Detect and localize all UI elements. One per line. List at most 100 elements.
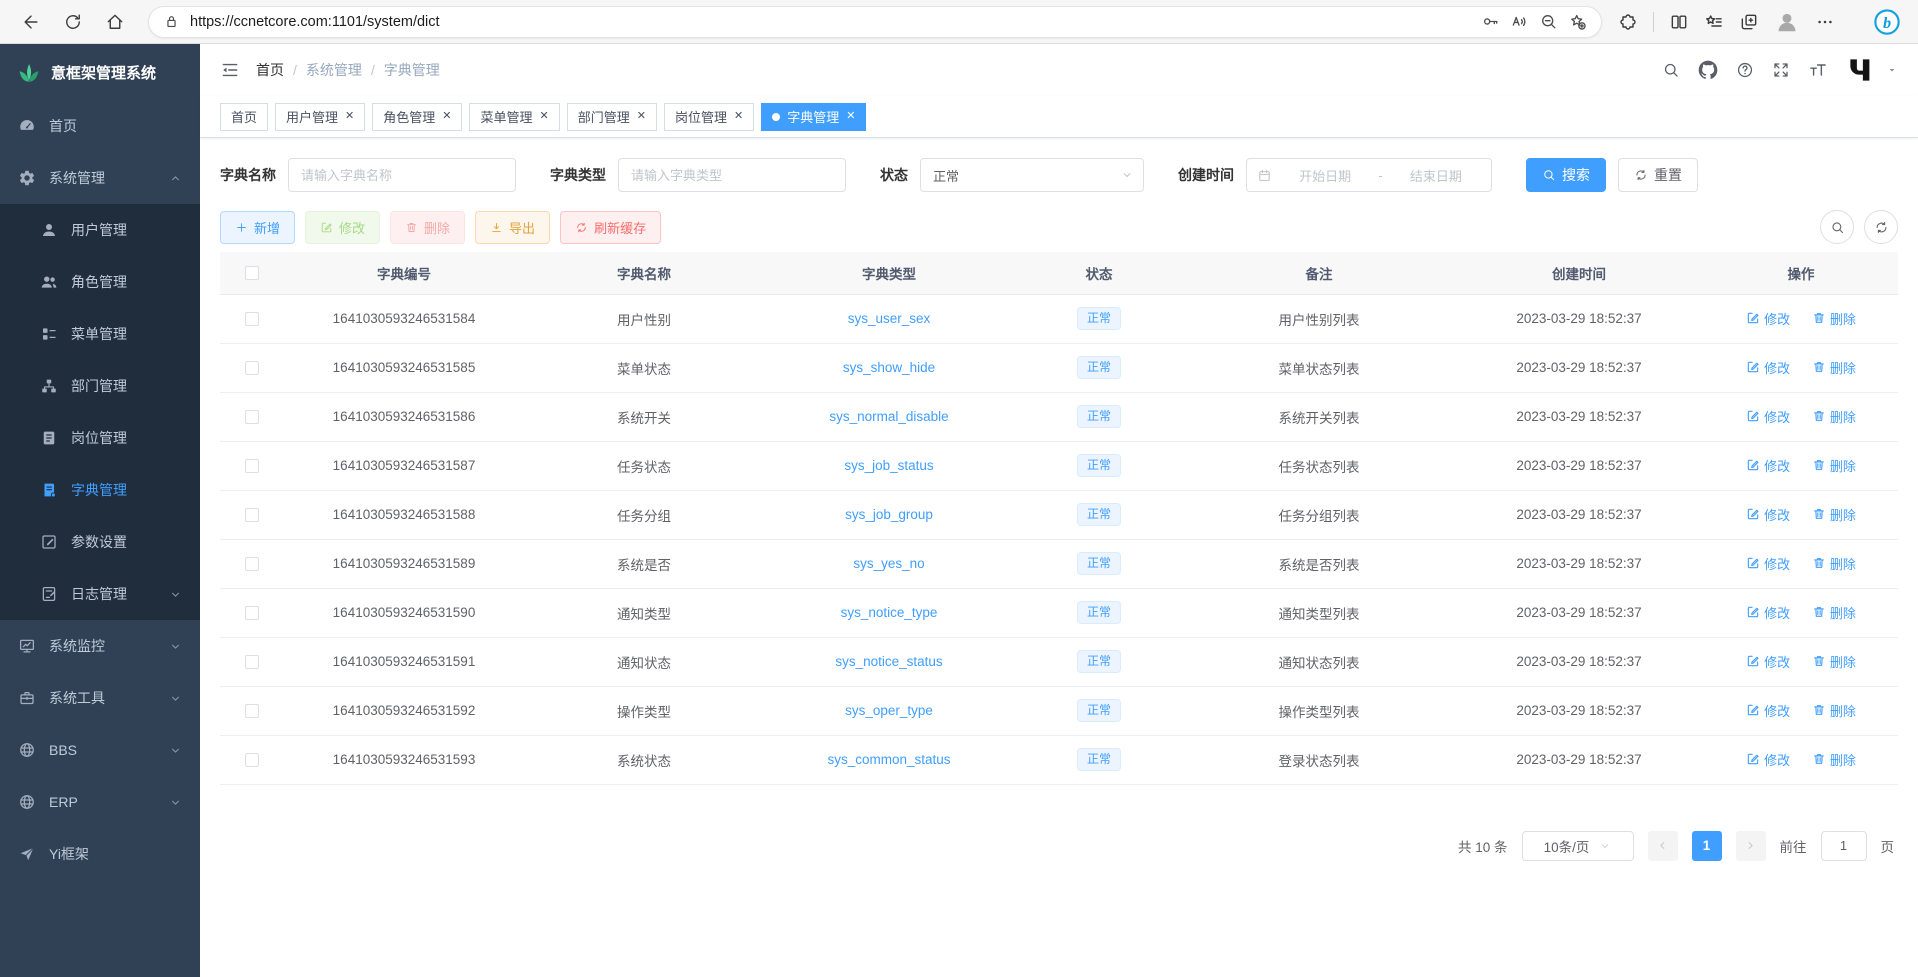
favorites-bar-icon[interactable] [1704, 12, 1724, 32]
dict-type-link[interactable]: sys_notice_type [841, 605, 938, 620]
url-text[interactable]: https://ccnetcore.com:1101/system/dict [190, 14, 1471, 30]
row-checkbox[interactable] [245, 704, 259, 718]
search-button[interactable]: 搜索 [1526, 158, 1606, 192]
edit-button[interactable]: 修改 [305, 211, 380, 244]
password-key-icon[interactable] [1481, 12, 1500, 31]
row-edit-button[interactable]: 修改 [1746, 603, 1790, 622]
read-aloud-icon[interactable] [1510, 12, 1529, 31]
collections-icon[interactable] [1739, 12, 1759, 32]
tab-首页[interactable]: 首页 [220, 103, 268, 131]
sidebar-item-config[interactable]: 参数设置 [0, 516, 200, 568]
select-all-checkbox[interactable] [245, 266, 259, 280]
dict-type-link[interactable]: sys_common_status [827, 752, 950, 767]
add-favorite-icon[interactable] [1568, 12, 1587, 31]
row-delete-button[interactable]: 删除 [1812, 505, 1856, 524]
next-page-button[interactable] [1736, 831, 1766, 861]
extensions-icon[interactable] [1618, 12, 1638, 32]
tab-用户管理[interactable]: 用户管理✕ [275, 103, 365, 131]
row-checkbox[interactable] [245, 361, 259, 375]
sidebar-item-tools[interactable]: 系统工具 [0, 672, 200, 724]
user-menu-caret-icon[interactable] [1886, 64, 1898, 76]
sidebar-item-dept[interactable]: 部门管理 [0, 360, 200, 412]
tab-菜单管理[interactable]: 菜单管理✕ [469, 103, 559, 131]
tab-角色管理[interactable]: 角色管理✕ [372, 103, 462, 131]
page-size-select[interactable]: 10条/页 [1522, 831, 1634, 861]
browser-home-button[interactable] [98, 5, 132, 39]
row-edit-button[interactable]: 修改 [1746, 358, 1790, 377]
status-select[interactable]: 正常 [920, 158, 1144, 192]
help-icon[interactable] [1736, 61, 1754, 79]
current-page-button[interactable]: 1 [1692, 831, 1722, 861]
sidebar-item-monitor[interactable]: 系统监控 [0, 620, 200, 672]
row-checkbox[interactable] [245, 508, 259, 522]
sidebar-item-system[interactable]: 系统管理 [0, 152, 200, 204]
tab-close-icon[interactable]: ✕ [846, 111, 855, 122]
dict-type-link[interactable]: sys_oper_type [845, 703, 933, 718]
dict-type-link[interactable]: sys_notice_status [835, 654, 942, 669]
address-bar[interactable]: https://ccnetcore.com:1101/system/dict [148, 6, 1602, 38]
sidebar-item-menu[interactable]: 菜单管理 [0, 308, 200, 360]
tab-close-icon[interactable]: ✕ [442, 111, 451, 122]
fullscreen-icon[interactable] [1772, 61, 1790, 79]
dict-type-link[interactable]: sys_job_status [844, 458, 933, 473]
tab-字典管理[interactable]: 字典管理✕ [761, 103, 866, 131]
row-delete-button[interactable]: 删除 [1812, 554, 1856, 573]
row-checkbox[interactable] [245, 557, 259, 571]
global-search-icon[interactable] [1662, 61, 1680, 79]
row-delete-button[interactable]: 删除 [1812, 407, 1856, 426]
sidebar-item-yi[interactable]: Yi框架 [0, 828, 200, 880]
row-edit-button[interactable]: 修改 [1746, 554, 1790, 573]
row-delete-button[interactable]: 删除 [1812, 750, 1856, 769]
row-checkbox[interactable] [245, 410, 259, 424]
sidebar-item-role[interactable]: 角色管理 [0, 256, 200, 308]
dict-type-link[interactable]: sys_show_hide [843, 360, 935, 375]
row-delete-button[interactable]: 删除 [1812, 456, 1856, 475]
export-button[interactable]: 导出 [475, 211, 550, 244]
tab-close-icon[interactable]: ✕ [345, 111, 354, 122]
app-logo[interactable]: 意框架管理系统 [0, 44, 200, 100]
browser-refresh-button[interactable] [56, 5, 90, 39]
toggle-search-button[interactable] [1820, 210, 1854, 244]
dict-name-input[interactable] [288, 158, 516, 192]
row-checkbox[interactable] [245, 312, 259, 326]
sidebar-item-logs[interactable]: 日志管理 [0, 568, 200, 620]
sidebar-item-post[interactable]: 岗位管理 [0, 412, 200, 464]
font-size-icon[interactable] [1808, 60, 1828, 80]
sidebar-item-home[interactable]: 首页 [0, 100, 200, 152]
more-options-icon[interactable] [1815, 12, 1835, 32]
tab-close-icon[interactable]: ✕ [540, 111, 549, 122]
row-delete-button[interactable]: 删除 [1812, 309, 1856, 328]
row-delete-button[interactable]: 删除 [1812, 358, 1856, 377]
tab-close-icon[interactable]: ✕ [637, 111, 646, 122]
browser-back-button[interactable] [14, 5, 48, 39]
add-button[interactable]: 新增 [220, 211, 295, 244]
row-edit-button[interactable]: 修改 [1746, 456, 1790, 475]
row-edit-button[interactable]: 修改 [1746, 407, 1790, 426]
breadcrumb-home[interactable]: 首页 [256, 60, 284, 80]
sidebar-item-user[interactable]: 用户管理 [0, 204, 200, 256]
tab-close-icon[interactable]: ✕ [734, 111, 743, 122]
dict-type-link[interactable]: sys_job_group [845, 507, 933, 522]
row-checkbox[interactable] [245, 606, 259, 620]
row-edit-button[interactable]: 修改 [1746, 309, 1790, 328]
row-delete-button[interactable]: 删除 [1812, 603, 1856, 622]
github-icon[interactable] [1698, 60, 1718, 80]
browser-profile-icon[interactable] [1774, 9, 1800, 35]
dict-type-input[interactable] [618, 158, 846, 192]
row-checkbox[interactable] [245, 753, 259, 767]
row-edit-button[interactable]: 修改 [1746, 701, 1790, 720]
row-checkbox[interactable] [245, 655, 259, 669]
dict-type-link[interactable]: sys_normal_disable [829, 409, 948, 424]
refresh-table-button[interactable] [1864, 210, 1898, 244]
collapse-sidebar-icon[interactable] [220, 60, 240, 80]
sidebar-item-erp[interactable]: ERP [0, 776, 200, 828]
zoom-out-icon[interactable] [1539, 12, 1558, 31]
dict-type-link[interactable]: sys_user_sex [848, 311, 931, 326]
sidebar-item-dict[interactable]: 字典管理 [0, 464, 200, 516]
row-edit-button[interactable]: 修改 [1746, 652, 1790, 671]
tab-岗位管理[interactable]: 岗位管理✕ [664, 103, 754, 131]
row-edit-button[interactable]: 修改 [1746, 505, 1790, 524]
row-edit-button[interactable]: 修改 [1746, 750, 1790, 769]
goto-page-input[interactable] [1821, 831, 1867, 861]
refresh-cache-button[interactable]: 刷新缓存 [560, 211, 661, 244]
